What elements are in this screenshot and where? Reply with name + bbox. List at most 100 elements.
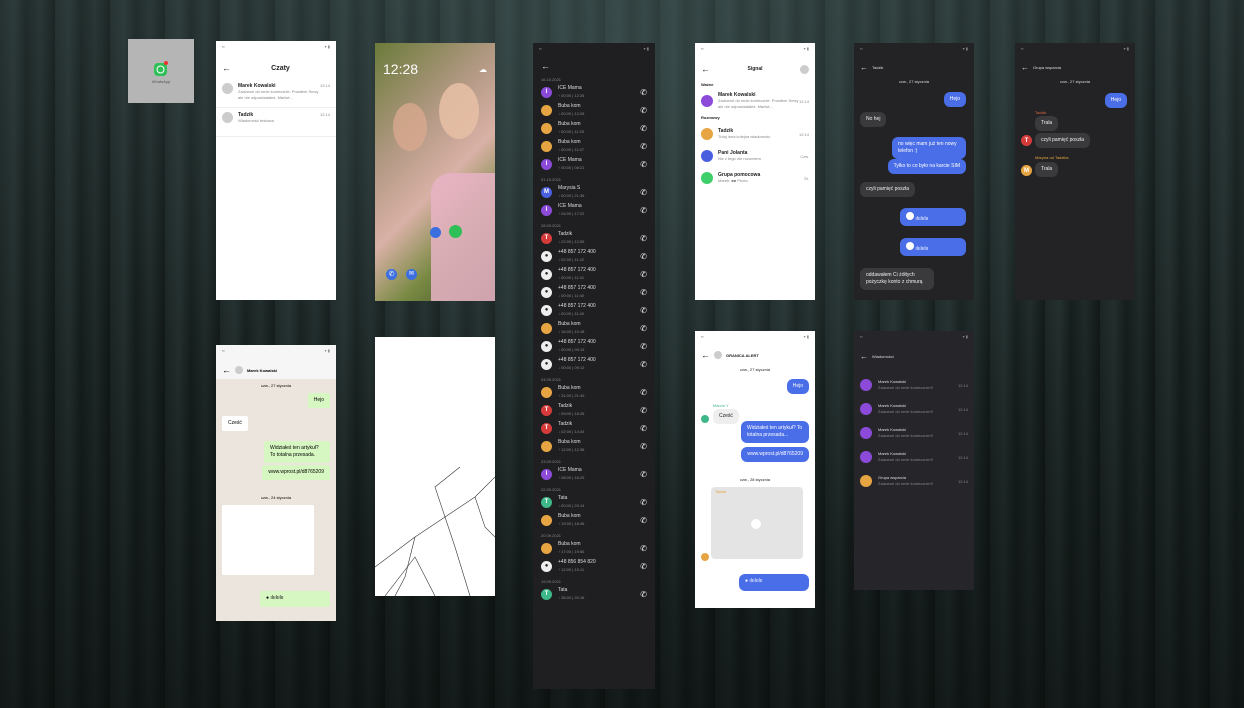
- message-bubble[interactable]: Widziałeś ten artykuł? To totalna przesa…: [264, 441, 330, 463]
- link-bubble[interactable]: www.wprost.pl/d8765209: [262, 465, 330, 480]
- link-bubble[interactable]: www.wprost.pl/d8765209: [741, 447, 809, 462]
- voice-message[interactable]: ılıılıılıı: [900, 208, 966, 226]
- phone-icon[interactable]: ✆: [386, 269, 397, 280]
- phone-icon[interactable]: ✆: [640, 124, 647, 133]
- call-row[interactable]: Buba kom ↓ 16:00 | 10:18 ✆: [533, 319, 655, 337]
- play-icon[interactable]: [906, 242, 914, 250]
- conversation-item[interactable]: Marek Kowalski Zadzwoń do mnie koniecznie…: [695, 90, 815, 112]
- messages-icon[interactable]: ✉: [406, 269, 417, 280]
- call-row[interactable]: T Tadzik ↓ 09:00 | 18:28 ✆: [533, 401, 655, 419]
- whatsapp-app-tile[interactable]: WhatsApp: [128, 39, 194, 103]
- phone-icon[interactable]: ✆: [640, 306, 647, 315]
- call-row[interactable]: Buba kom ↑ 00:00 | 11:25 ✆: [533, 119, 655, 137]
- voice-message[interactable]: ılıılıılıı: [900, 238, 966, 256]
- message-bubble[interactable]: czyli pamięć poszła: [1035, 133, 1091, 148]
- message-bubble[interactable]: Hejo: [943, 92, 966, 107]
- message-bubble[interactable]: Cześć: [222, 416, 248, 431]
- phone-icon[interactable]: ✆: [640, 88, 647, 97]
- phone-icon[interactable]: ✆: [640, 424, 647, 433]
- play-icon[interactable]: ●: [266, 595, 269, 601]
- conversation-item[interactable]: Pani Jolanta Nic z tego nie rozumiem Czw.: [695, 145, 815, 167]
- call-row[interactable]: I ICE Mama ↑ 08:00 | 16:29 ✆: [533, 465, 655, 483]
- photo-message[interactable]: Tadzik: [711, 487, 803, 559]
- message-bubble[interactable]: Cześć: [713, 409, 739, 424]
- call-row[interactable]: T Tadzik ↓ 22:00 | 12:55 ✆: [533, 229, 655, 247]
- conversation-item[interactable]: Grupa pomocowa Marek: ■■ Photo Śr.: [695, 167, 815, 189]
- phone-icon[interactable]: ✆: [640, 188, 647, 197]
- phone-icon[interactable]: ✆: [640, 270, 647, 279]
- voice-message[interactable]: ● ılıılıılıı: [260, 591, 330, 607]
- avatar[interactable]: [714, 351, 722, 359]
- chat-list-item[interactable]: Tadzik Wiadomość testowa 12:14: [216, 108, 336, 137]
- message-bubble[interactable]: czyli pamięć poszła: [860, 182, 916, 197]
- voice-message[interactable]: ● ılıılıılıı: [739, 574, 809, 591]
- phone-icon[interactable]: ✆: [640, 442, 647, 451]
- image-placeholder[interactable]: [222, 505, 314, 575]
- phone-icon[interactable]: ✆: [640, 106, 647, 115]
- play-icon[interactable]: ●: [745, 578, 748, 584]
- phone-icon[interactable]: ✆: [640, 406, 647, 415]
- thread-item[interactable]: Marek Kowalski Zadzwoń do mnie koniecznie…: [854, 421, 974, 445]
- thread-item[interactable]: Grupa wsparcia Zadzwoń do mnie koniecznie…: [854, 469, 974, 493]
- play-icon[interactable]: [751, 519, 761, 529]
- call-row[interactable]: Buba kom ↑ 12:00 | 12:38 ✆: [533, 437, 655, 455]
- call-row[interactable]: Buba kom ↑ 31:00 | 21:40 ✆: [533, 383, 655, 401]
- phone-icon[interactable]: ✆: [640, 324, 647, 333]
- message-bubble[interactable]: Hejo: [307, 393, 330, 408]
- phone-icon[interactable]: ✆: [640, 544, 647, 553]
- phone-icon[interactable]: ✆: [640, 234, 647, 243]
- thread-item[interactable]: Marek Kowalski Zadzwoń do mnie koniecznie…: [854, 373, 974, 397]
- call-row[interactable]: M Marysia S ↓ 00:00 | 21:36 ✆: [533, 183, 655, 201]
- conversation-item[interactable]: Tadzik Tutaj inna kolejna wiadomość 12:14: [695, 123, 815, 145]
- message-bubble[interactable]: Tylko to co było na karcie SIM: [887, 159, 966, 174]
- call-row[interactable]: ● +48 857 172 400 ↓ 00:00 | 11:40 ✆: [533, 283, 655, 301]
- signal-icon[interactable]: [430, 227, 441, 238]
- phone-icon[interactable]: ✆: [640, 360, 647, 369]
- message-bubble[interactable]: Hejo: [786, 379, 809, 394]
- message-bubble[interactable]: no więc mam już ten nowy telefon :): [892, 137, 966, 159]
- back-arrow-icon[interactable]: ←: [222, 63, 231, 73]
- thread-item[interactable]: Marek Kowalski Zadzwoń do mnie koniecznie…: [854, 445, 974, 469]
- message-bubble[interactable]: Trala: [1035, 116, 1059, 131]
- phone-icon[interactable]: ✆: [640, 342, 647, 351]
- avatar[interactable]: [235, 366, 243, 374]
- call-row[interactable]: Buba kom ↓ 00:00 | 12:28 ✆: [533, 101, 655, 119]
- phone-icon[interactable]: ✆: [640, 470, 647, 479]
- call-row[interactable]: T Tata ↓ 38:00 | 20:16 ✆: [533, 585, 655, 603]
- play-icon[interactable]: [906, 212, 914, 220]
- call-row[interactable]: ● +48 857 172 400 ↓ 00:00 | 11:40 ✆: [533, 301, 655, 319]
- phone-icon[interactable]: ✆: [640, 288, 647, 297]
- call-row[interactable]: Buba kom ↓ 00:00 | 11:07 ✆: [533, 137, 655, 155]
- back-arrow-icon[interactable]: ←: [533, 59, 655, 73]
- call-row[interactable]: ● +48 857 172 400 ↓ 02:00 | 11:42 ✆: [533, 247, 655, 265]
- whatsapp-icon[interactable]: [449, 225, 462, 238]
- call-row[interactable]: I ICE Mama ↑ 00:00 | 12:28 ✆: [533, 83, 655, 101]
- message-bubble[interactable]: Hejo: [1104, 93, 1127, 108]
- back-arrow-icon[interactable]: ←: [701, 64, 710, 74]
- back-arrow-icon[interactable]: ←: [1021, 63, 1029, 72]
- call-row[interactable]: T Tata ↓ 00:00 | 20:14 ✆: [533, 493, 655, 511]
- call-row[interactable]: ● +48 857 172 400 ↓ 00:00 | 11:41 ✆: [533, 265, 655, 283]
- message-bubble[interactable]: oddawałem Ci żółtych pożyczkę konto z ch…: [860, 268, 934, 290]
- chat-list-item[interactable]: Marek Kowalski Zadzwoń do mnie koniecznie…: [216, 79, 336, 108]
- phone-icon[interactable]: ✆: [640, 590, 647, 599]
- call-row[interactable]: T Tadzik ↓ 02:00 | 14:34 ✆: [533, 419, 655, 437]
- phone-icon[interactable]: ✆: [640, 252, 647, 261]
- back-arrow-icon[interactable]: ←: [222, 365, 231, 375]
- message-bubble[interactable]: No hej: [860, 112, 887, 127]
- thread-item[interactable]: Marek Kowalski Zadzwoń do mnie koniecznie…: [854, 397, 974, 421]
- phone-icon[interactable]: ✆: [640, 206, 647, 215]
- call-row[interactable]: I ICE Mama ↑ 04:00 | 17:22 ✆: [533, 201, 655, 219]
- phone-icon[interactable]: ✆: [640, 516, 647, 525]
- message-bubble[interactable]: Trala: [1035, 162, 1059, 177]
- back-arrow-icon[interactable]: ←: [860, 352, 868, 361]
- phone-icon[interactable]: ✆: [640, 562, 647, 571]
- message-bubble[interactable]: Widziałeś ten artykuł? To totalna przesa…: [741, 421, 809, 443]
- call-row[interactable]: Buba kom ↑ 19:00 | 18:46 ✆: [533, 511, 655, 529]
- call-row[interactable]: ● +48 857 172 400 ↓ 00:00 | 09:13 ✆: [533, 337, 655, 355]
- call-row[interactable]: I ICE Mama ↑ 00:00 | 08:21 ✆: [533, 155, 655, 173]
- call-row[interactable]: Buba kom ↑ 17:00 | 19:56 ✆: [533, 539, 655, 557]
- avatar[interactable]: [800, 64, 809, 74]
- call-row[interactable]: ● +48 856 854 820 ↑ 12:00 | 19:11 ✆: [533, 557, 655, 575]
- back-arrow-icon[interactable]: ←: [701, 350, 710, 360]
